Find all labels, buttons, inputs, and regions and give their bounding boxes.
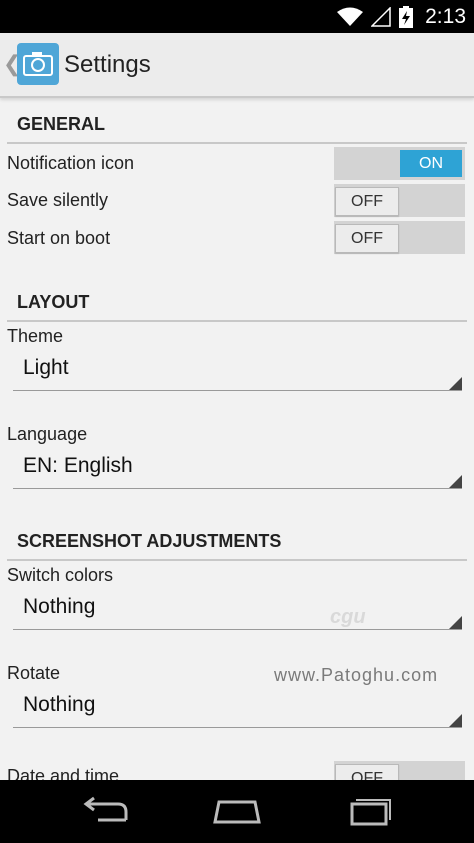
navigation-bar <box>0 780 474 843</box>
divider <box>7 142 467 144</box>
back-icon[interactable] <box>76 794 136 828</box>
notification-icon-label: Notification icon <box>7 153 135 173</box>
recent-apps-icon[interactable] <box>338 794 398 828</box>
section-header-general: GENERAL <box>17 114 106 134</box>
toggle-state: ON <box>400 150 462 177</box>
theme-label: Theme <box>7 326 64 346</box>
divider <box>7 559 467 561</box>
watermark-logo: cgu <box>330 606 366 628</box>
language-value: EN: English <box>23 454 133 477</box>
toggle-state: OFF <box>335 224 399 253</box>
language-label: Language <box>7 424 88 444</box>
rotate-value: Nothing <box>23 693 96 716</box>
page-title: Settings <box>64 51 151 78</box>
dropdown-arrow-icon <box>449 475 462 488</box>
rotate-spinner[interactable]: Nothing <box>13 689 462 728</box>
signal-icon <box>371 6 391 27</box>
dropdown-arrow-icon <box>449 377 462 390</box>
section-header-adjustments: SCREENSHOT ADJUSTMENTS <box>17 531 282 551</box>
toggle-state: OFF <box>335 187 399 216</box>
theme-spinner[interactable]: Light <box>13 352 462 391</box>
watermark-text: www.Patoghu.com <box>274 665 439 685</box>
status-time: 2:13 <box>425 4 466 28</box>
theme-value: Light <box>23 356 69 379</box>
start-on-boot-label: Start on boot <box>7 228 111 248</box>
dropdown-arrow-icon <box>449 616 462 629</box>
action-bar: ❮ Settings <box>0 33 474 98</box>
section-header-layout: LAYOUT <box>17 292 90 312</box>
camera-icon[interactable] <box>17 43 59 85</box>
switch-colors-value: Nothing <box>23 595 96 618</box>
settings-list[interactable]: GENERAL Notification icon ON Save silent… <box>0 98 474 780</box>
date-and-time-label: Date and time <box>7 766 120 780</box>
home-icon[interactable] <box>207 794 267 828</box>
start-on-boot-toggle[interactable]: OFF <box>334 221 465 254</box>
toggle-state: OFF <box>335 764 399 780</box>
dropdown-arrow-icon <box>449 714 462 727</box>
save-silently-label: Save silently <box>7 190 109 210</box>
notification-icon-toggle[interactable]: ON <box>334 147 465 180</box>
rotate-label: Rotate <box>7 663 61 683</box>
switch-colors-label: Switch colors <box>7 565 114 585</box>
date-and-time-toggle[interactable]: OFF <box>334 761 465 780</box>
divider <box>7 320 467 322</box>
status-icons: 2:13 <box>337 0 466 33</box>
switch-colors-spinner[interactable]: Nothing <box>13 591 462 630</box>
status-bar: 2:13 <box>0 0 474 33</box>
battery-charging-icon <box>399 5 414 28</box>
save-silently-toggle[interactable]: OFF <box>334 184 465 217</box>
wifi-icon <box>337 7 364 26</box>
language-spinner[interactable]: EN: English <box>13 450 462 489</box>
